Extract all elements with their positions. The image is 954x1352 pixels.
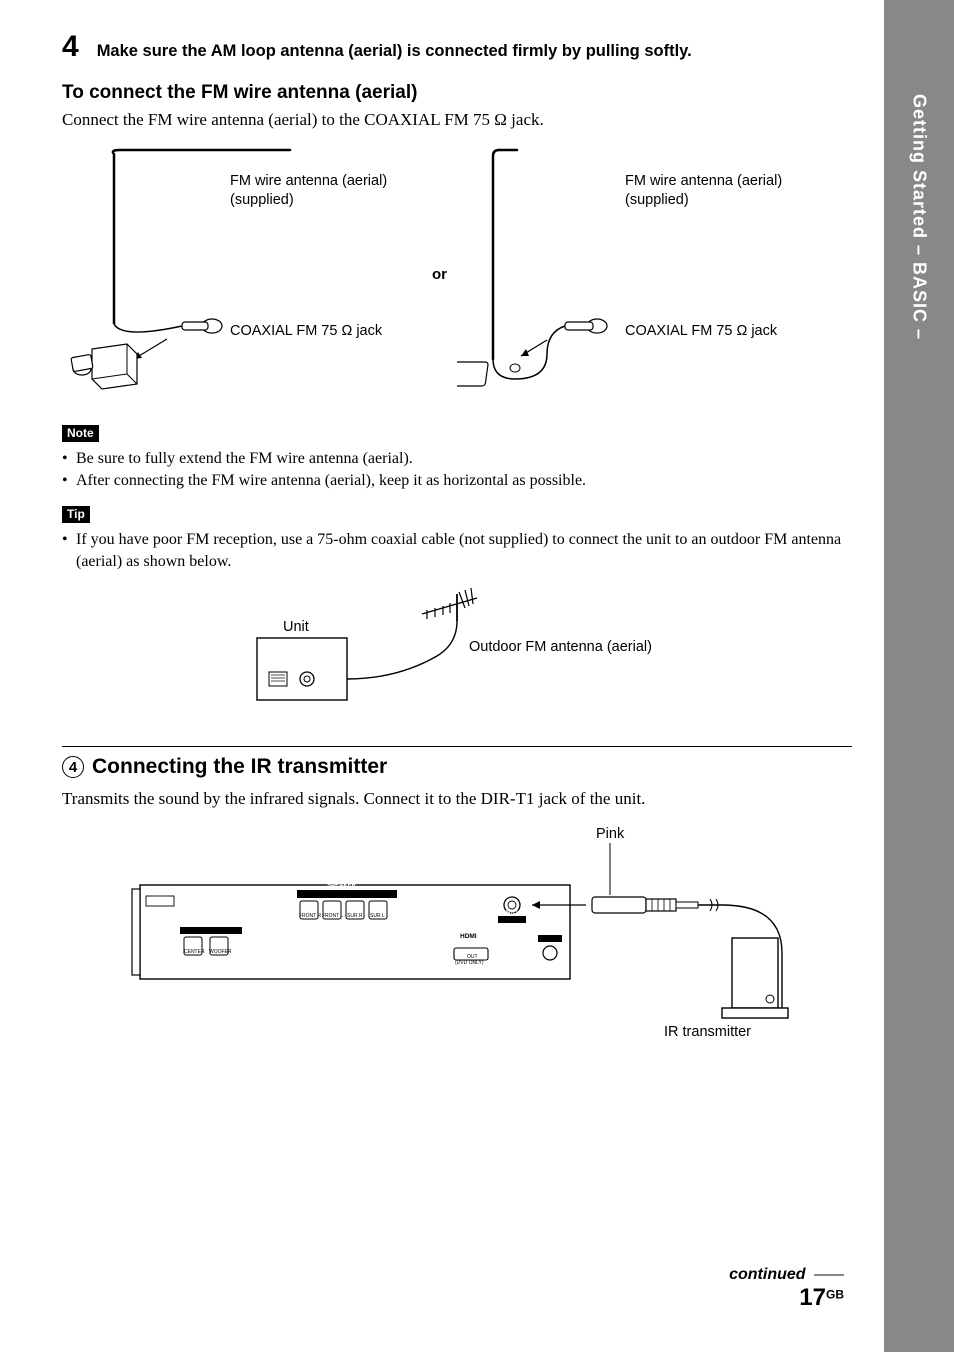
ir-heading: 4 Connecting the IR transmitter bbox=[62, 755, 852, 779]
outdoor-figure: Unit Outdoor FM antenna (aerial) bbox=[247, 586, 667, 716]
tip-item: If you have poor FM reception, use a 75-… bbox=[62, 529, 852, 572]
rear-center: CENTER bbox=[184, 949, 205, 956]
page-footer: continued 17GB bbox=[729, 1266, 844, 1312]
ir-figure: SPEAKER FRONT R FRONT L SUR R SUR L SPEA… bbox=[62, 823, 822, 1053]
tip-badge: Tip bbox=[62, 506, 90, 523]
rear-dvd: (DVD ONLY) bbox=[455, 960, 484, 967]
unit-label: Unit bbox=[283, 618, 309, 637]
fm-right-antenna-label: FM wire antenna (aerial) (supplied) bbox=[625, 172, 817, 210]
rear-speaker-bot: SPEAKER bbox=[194, 921, 218, 928]
rear-front-l: FRONT L bbox=[322, 913, 343, 920]
fm-right-jack-label: COAXIAL FM 75 Ω jack bbox=[625, 322, 777, 341]
fm-figure-row: FM wire antenna (aerial) (supplied) COAX… bbox=[62, 144, 852, 404]
step-text: Make sure the AM loop antenna (aerial) i… bbox=[97, 36, 692, 61]
page-region: GB bbox=[826, 1288, 844, 1302]
page-number: 17 bbox=[799, 1284, 826, 1311]
or-label: or bbox=[432, 266, 447, 283]
ir-intro: Transmits the sound by the infrared sign… bbox=[62, 789, 852, 809]
fm-heading: To connect the FM wire antenna (aerial) bbox=[62, 82, 852, 104]
rear-dirt1: DIR-T1 bbox=[502, 910, 518, 917]
fm-intro: Connect the FM wire antenna (aerial) to … bbox=[62, 110, 852, 130]
ir-heading-text: Connecting the IR transmitter bbox=[92, 755, 387, 779]
tip-list: If you have poor FM reception, use a 75-… bbox=[62, 529, 852, 572]
rear-hdmi: HDMI bbox=[460, 933, 477, 941]
rear-sur-l: SUR L bbox=[370, 913, 385, 920]
fm-figure-left: FM wire antenna (aerial) (supplied) COAX… bbox=[62, 144, 422, 404]
rear-front-r: FRONT R bbox=[299, 913, 321, 920]
fm-left-antenna-label: FM wire antenna (aerial) (supplied) bbox=[230, 172, 422, 210]
note-list: Be sure to fully extend the FM wire ante… bbox=[62, 448, 852, 491]
fm-figure-right: FM wire antenna (aerial) (supplied) COAX… bbox=[457, 144, 817, 404]
pink-label: Pink bbox=[596, 825, 624, 844]
rear-woofer: WOOFER bbox=[209, 949, 232, 956]
page-content: 4 Make sure the AM loop antenna (aerial)… bbox=[62, 30, 852, 1053]
continued-label: continued bbox=[729, 1266, 805, 1283]
note-item: Be sure to fully extend the FM wire ante… bbox=[62, 448, 852, 470]
side-tab-label: Getting Started – BASIC – bbox=[909, 94, 930, 340]
step-4: 4 Make sure the AM loop antenna (aerial)… bbox=[62, 30, 852, 64]
fm-left-jack-label: COAXIAL FM 75 Ω jack bbox=[230, 322, 382, 341]
rear-speaker-top: SPEAKER bbox=[327, 883, 356, 891]
section-divider bbox=[62, 746, 852, 747]
note-item: After connecting the FM wire antenna (ae… bbox=[62, 470, 852, 492]
footer-line-icon bbox=[814, 1274, 844, 1276]
note-badge: Note bbox=[62, 425, 99, 442]
ir-figure-svg bbox=[62, 823, 822, 1053]
rear-digital: DIGITAL bbox=[540, 929, 560, 936]
side-tab: Getting Started – BASIC – bbox=[884, 0, 954, 1352]
outdoor-label: Outdoor FM antenna (aerial) bbox=[469, 638, 652, 657]
step-number: 4 bbox=[62, 30, 79, 64]
section-number: 4 bbox=[62, 756, 84, 778]
ir-transmitter-label: IR transmitter bbox=[664, 1023, 751, 1042]
rear-sur-r: SUR R bbox=[347, 913, 363, 920]
